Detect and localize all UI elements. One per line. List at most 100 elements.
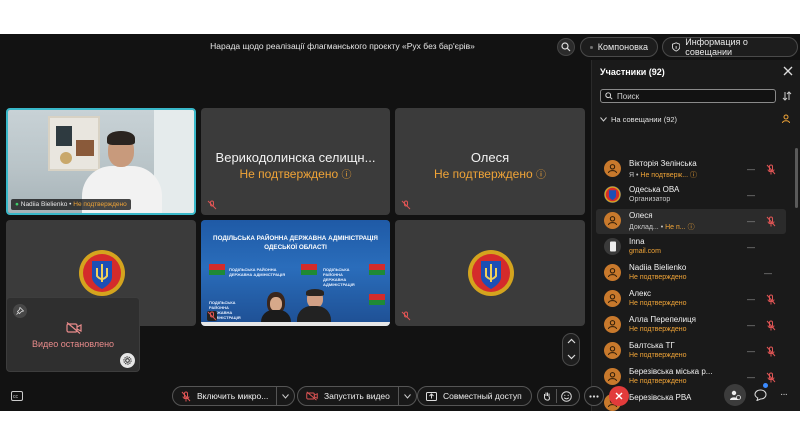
leave-meeting-button[interactable] xyxy=(609,386,629,406)
participant-search[interactable] xyxy=(600,89,776,103)
mic-on-icon: ● xyxy=(15,201,19,208)
participant-rsvp: Не подтверждено xyxy=(629,352,687,359)
emoji-icon[interactable] xyxy=(561,390,572,402)
participant-rsvp: Не подтверж... xyxy=(640,172,689,179)
avatar xyxy=(604,212,621,229)
participant-row[interactable]: Алла Перепелиця Не подтверждено — xyxy=(596,313,786,338)
mic-muted-icon xyxy=(766,320,776,331)
chat-button[interactable] xyxy=(751,386,769,404)
participant-row[interactable]: Inna gmail.com — xyxy=(596,235,786,260)
participant-row[interactable]: Одеська ОВА Организатор — xyxy=(596,183,786,208)
avatar xyxy=(604,290,621,307)
mic-muted-icon xyxy=(766,164,776,175)
video-tile-conference[interactable]: ПОДІЛЬСЬКА РАЙОННА ДЕРЖАВНА АДМІНІСТРАЦІ… xyxy=(201,220,390,326)
participant-status: Не подтверждено xyxy=(629,274,687,281)
add-user-icon[interactable] xyxy=(782,114,792,124)
video-off-dash-icon: — xyxy=(747,191,755,200)
person-icon xyxy=(608,268,617,278)
mic-options[interactable] xyxy=(276,387,294,405)
person-icon xyxy=(608,216,617,226)
participant-row[interactable]: Балтська ТГ Не подтверждено — xyxy=(596,339,786,364)
mic-muted-icon xyxy=(401,200,411,210)
reactions-group[interactable] xyxy=(537,386,580,406)
backdrop-text: ПОДІЛЬСЬКА РАЙОННА ДЕРЖАВНА АДМІНІСТРАЦІ… xyxy=(323,267,355,287)
participant-status: Не подтверждено xyxy=(629,352,687,359)
meeting-info-button[interactable]: Информация о совещании xyxy=(662,37,798,57)
participant-row[interactable]: Вікторія Зелінська Я • Не подтверж... ⓘ — xyxy=(596,157,786,182)
participant-rsvp: Не п... xyxy=(665,224,686,231)
mic-button[interactable]: Включить микро... xyxy=(172,386,296,406)
chevron-up-icon[interactable] xyxy=(567,338,576,344)
participant-row[interactable]: Алекс Не подтверждено — xyxy=(596,287,786,312)
mic-muted-icon xyxy=(207,200,217,210)
more-icon[interactable]: ··· xyxy=(780,389,788,400)
video-off-icon xyxy=(66,322,82,334)
share-screen-icon xyxy=(426,391,437,401)
video-tile-olesia[interactable]: Олеся Не подтверждено ⓘ xyxy=(395,108,585,215)
video-options[interactable] xyxy=(397,387,416,405)
pin-button[interactable] xyxy=(13,304,27,318)
preview-settings-button[interactable] xyxy=(120,353,135,368)
mic-label: Включить микро... xyxy=(197,391,269,401)
question-icon: ⓘ xyxy=(688,172,698,179)
close-icon[interactable] xyxy=(782,65,794,77)
chevron-down-icon[interactable] xyxy=(567,354,576,360)
participant-status: Организатор xyxy=(629,196,670,203)
sort-icon[interactable] xyxy=(782,91,792,101)
video-tile-emblem-2[interactable] xyxy=(395,220,585,326)
section-in-meeting[interactable]: На совещании (92) xyxy=(600,113,792,125)
share-label: Совместный доступ xyxy=(443,391,522,401)
share-button[interactable]: Совместный доступ xyxy=(417,386,532,406)
zoom-button[interactable] xyxy=(557,38,575,56)
video-off-dash-icon: — xyxy=(747,295,755,304)
participant-rsvp: gmail.com xyxy=(629,248,661,255)
flag xyxy=(369,294,385,305)
self-preview[interactable]: Видео остановлено xyxy=(6,297,140,372)
odesa-emblem-icon xyxy=(604,186,621,203)
desk xyxy=(201,322,390,326)
panel-scrollbar[interactable] xyxy=(795,148,798,208)
name-tag: ● Nadiia Bielienko • Не подтверждено xyxy=(11,199,131,210)
search-input[interactable] xyxy=(617,91,767,101)
video-off-dash-icon: — xyxy=(747,347,755,356)
participant-row[interactable]: Олеся Доклад... • Не п... ⓘ — xyxy=(596,209,786,234)
flag xyxy=(369,264,385,275)
name-tag-status: Не подтверждено xyxy=(73,201,127,208)
captions-icon[interactable]: cc xyxy=(11,391,23,401)
more-options-button[interactable] xyxy=(584,386,604,406)
participant-name: Одеська ОВА xyxy=(629,185,680,194)
participant-rsvp: Не подтверждено xyxy=(629,326,687,333)
participant-row[interactable]: Nadiia Bielienko Не подтверждено — xyxy=(596,261,786,286)
person-man xyxy=(297,289,331,326)
participant-status: Не подтверждено xyxy=(629,300,687,307)
video-tile-verykodolynska[interactable]: Верикодолинска селищн... Не подтверждено… xyxy=(201,108,390,215)
flag xyxy=(301,264,317,275)
mic-muted-icon xyxy=(766,216,776,227)
pin-icon xyxy=(16,307,24,315)
layout-button[interactable]: Компоновка xyxy=(580,37,658,57)
video-off-dash-icon: — xyxy=(747,165,755,174)
question-icon: ⓘ xyxy=(685,224,695,231)
video-tile-self[interactable]: ● Nadiia Bielienko • Не подтверждено xyxy=(6,108,196,215)
svg-text:cc: cc xyxy=(13,394,19,400)
chat-icon xyxy=(753,389,767,401)
avatar xyxy=(604,368,621,385)
participant-status: Не подтверждено xyxy=(629,378,687,385)
odesa-emblem-icon xyxy=(79,250,125,296)
participant-status: Не подтверждено xyxy=(629,326,687,333)
avatar xyxy=(604,316,621,333)
person-icon xyxy=(608,294,617,304)
participants-toggle-button[interactable] xyxy=(724,384,746,406)
participant-name: Олеся xyxy=(629,211,653,220)
grid-scroll-control[interactable] xyxy=(562,333,580,366)
mic-muted-icon xyxy=(207,311,217,321)
chat-unread-badge xyxy=(763,383,768,388)
gear-icon xyxy=(123,356,132,365)
mic-muted-icon xyxy=(181,391,191,401)
close-icon xyxy=(615,392,623,400)
video-button[interactable]: Запустить видео xyxy=(297,386,417,406)
odesa-emblem-icon xyxy=(468,250,514,296)
video-stopped-label: Видео остановлено xyxy=(31,339,115,349)
raise-hand-icon[interactable] xyxy=(542,391,552,402)
name-tag-name: Nadiia Bielienko xyxy=(20,201,68,208)
